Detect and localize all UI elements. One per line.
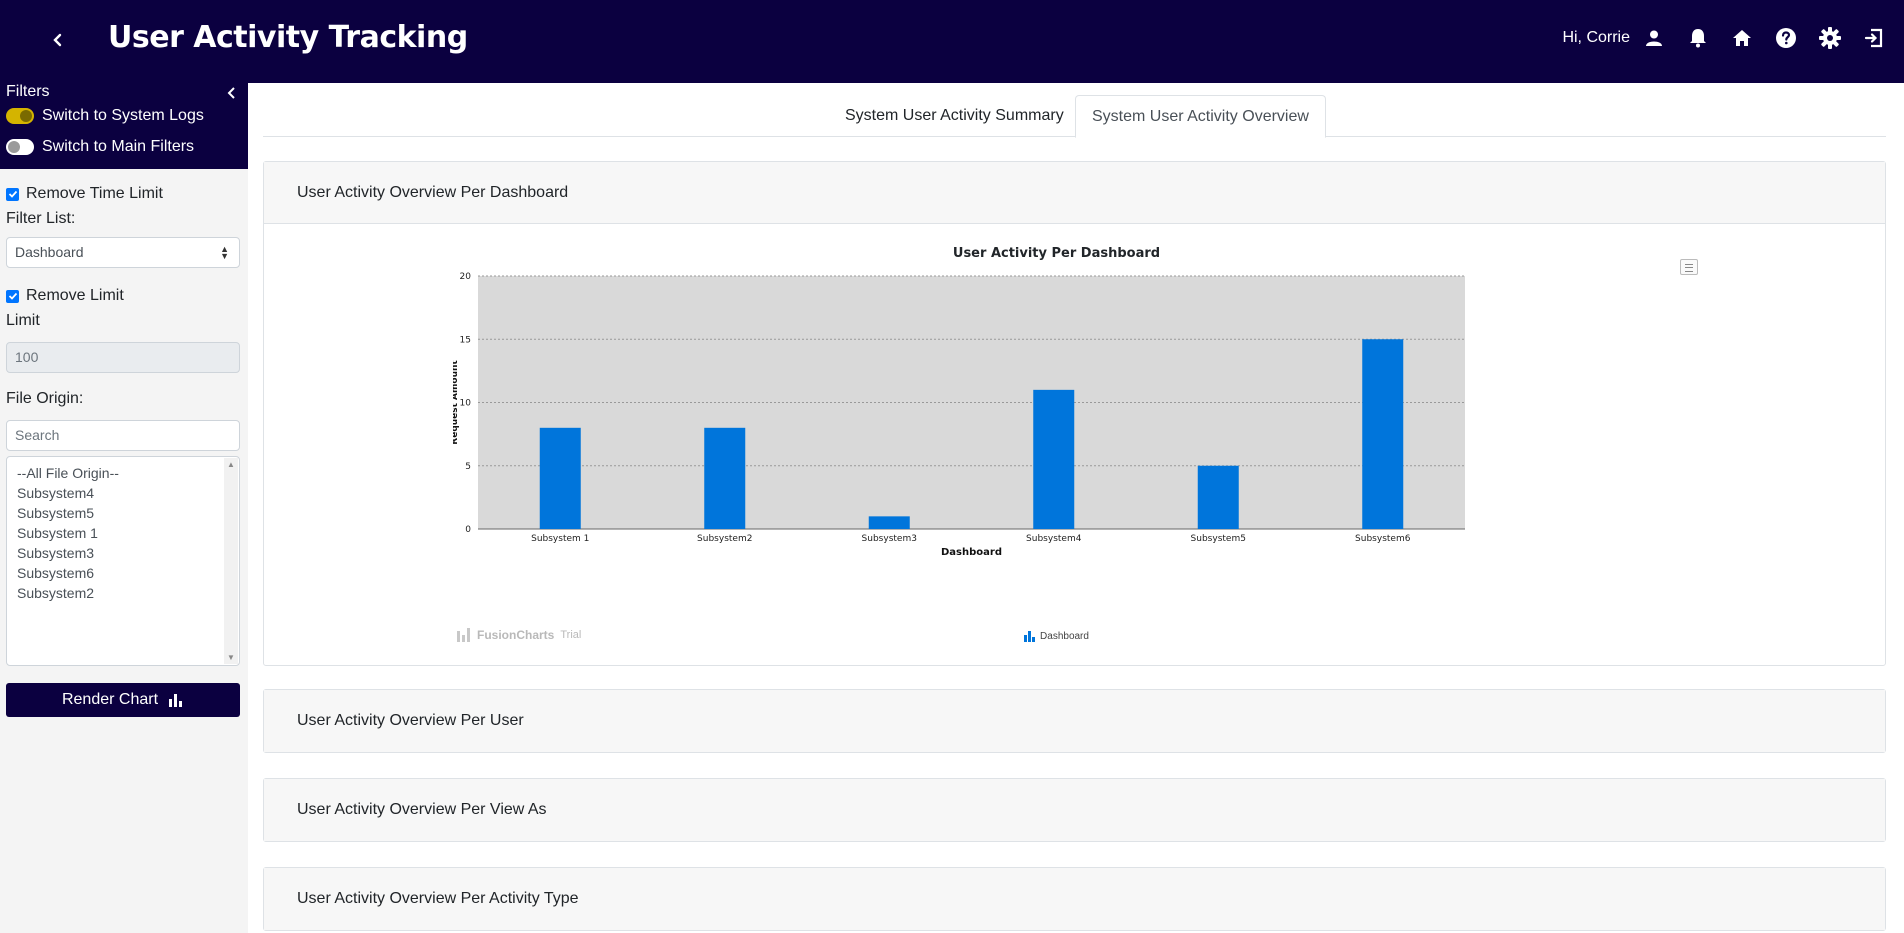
- chevron-left-icon: [227, 87, 235, 99]
- card-per-view-as: User Activity Overview Per View As: [263, 778, 1886, 842]
- help-icon[interactable]: [1774, 26, 1798, 50]
- switch-system-logs[interactable]: Switch to System Logs: [6, 107, 204, 125]
- legend-label: Dashboard: [1040, 631, 1089, 642]
- user-icon[interactable]: [1642, 26, 1666, 50]
- card-header-per-dashboard[interactable]: User Activity Overview Per Dashboard: [264, 162, 1885, 224]
- chevron-left-icon: [53, 33, 62, 47]
- switch-main-filters[interactable]: Switch to Main Filters: [6, 138, 194, 156]
- logout-icon[interactable]: [1862, 26, 1886, 50]
- y-axis-title: Request Amount: [453, 360, 460, 445]
- limit-input: 100: [6, 342, 240, 373]
- bar-chart-icon: [169, 694, 183, 707]
- x-tick-label: Subsystem6: [1355, 534, 1411, 544]
- file-origin-option[interactable]: Subsystem5: [17, 503, 229, 523]
- card-per-activity-type: User Activity Overview Per Activity Type: [263, 867, 1886, 931]
- file-origin-option[interactable]: --All File Origin--: [17, 463, 229, 483]
- sidebar-switch-panel: Filters Switch to System Logs Switch to …: [0, 83, 248, 169]
- remove-limit-checkbox[interactable]: [6, 289, 19, 303]
- filters-sidebar: Filters Switch to System Logs Switch to …: [0, 83, 248, 933]
- user-greeting: Hi, Corrie: [1562, 29, 1630, 46]
- y-tick-label: 0: [465, 525, 471, 535]
- render-chart-button[interactable]: Render Chart: [6, 683, 240, 717]
- tab-activity-overview[interactable]: System User Activity Overview: [1075, 95, 1326, 138]
- card-header-per-user[interactable]: User Activity Overview Per User: [264, 690, 1885, 752]
- y-tick-label: 10: [460, 399, 472, 409]
- select-arrows-icon: ▲ ▼: [220, 244, 229, 261]
- y-tick-label: 5: [465, 462, 471, 472]
- filters-title: Filters: [6, 83, 50, 100]
- x-axis-title: Dashboard: [941, 547, 1002, 558]
- remove-time-limit-row: Remove Time Limit: [6, 183, 240, 205]
- x-tick-label: Subsystem4: [1026, 534, 1082, 544]
- bell-icon[interactable]: [1686, 26, 1710, 50]
- remove-limit-label: Remove Limit: [26, 287, 124, 304]
- filter-list-value: Dashboard: [15, 244, 84, 260]
- bar: [704, 427, 746, 529]
- home-icon[interactable]: [1730, 26, 1754, 50]
- file-origin-search-input[interactable]: Search: [6, 420, 240, 451]
- bar: [1362, 339, 1404, 529]
- remove-time-limit-label: Remove Time Limit: [26, 185, 163, 202]
- file-origin-option[interactable]: Subsystem3: [17, 543, 229, 563]
- y-tick-label: 20: [460, 272, 472, 282]
- limit-label: Limit: [6, 312, 40, 329]
- file-origin-label: File Origin:: [6, 390, 84, 407]
- file-origin-option[interactable]: Subsystem2: [17, 583, 229, 603]
- x-tick-label: Subsystem2: [697, 534, 752, 544]
- back-button[interactable]: [46, 28, 70, 52]
- switch-main-filters-label: Switch to Main Filters: [42, 138, 195, 155]
- filter-list-select[interactable]: Dashboard ▲ ▼: [6, 237, 240, 268]
- bar: [868, 516, 910, 529]
- x-tick-label: Subsystem 1: [531, 534, 589, 544]
- listbox-scrollbar[interactable]: ▲ ▼: [224, 458, 238, 664]
- main-content: System User Activity Summary System User…: [263, 83, 1886, 931]
- bar: [1197, 465, 1239, 529]
- file-origin-option[interactable]: Subsystem6: [17, 563, 229, 583]
- switch-system-logs-label: Switch to System Logs: [42, 107, 204, 124]
- remove-time-limit-checkbox[interactable]: [6, 187, 19, 201]
- card-header-per-activity-type[interactable]: User Activity Overview Per Activity Type: [264, 868, 1885, 930]
- x-tick-label: Subsystem5: [1191, 534, 1246, 544]
- card-header-per-view-as[interactable]: User Activity Overview Per View As: [264, 779, 1885, 841]
- app-header: User Activity Tracking Hi, Corrie: [0, 0, 1904, 83]
- system-logs-toggle[interactable]: [6, 108, 34, 124]
- collapse-sidebar-button[interactable]: [224, 85, 240, 101]
- filter-list-label: Filter List:: [6, 210, 76, 227]
- file-origin-listbox[interactable]: --All File Origin-- Subsystem4 Subsystem5 S…: [6, 456, 240, 666]
- card-per-user: User Activity Overview Per User: [263, 689, 1886, 753]
- bar-chart: User Activity Per Dashboard 0 5 10 15 20 Subs…: [453, 234, 1703, 654]
- app-title: User Activity Tracking: [108, 20, 468, 55]
- bar: [539, 427, 581, 529]
- tab-bar: System User Activity Summary System User…: [263, 83, 1886, 138]
- y-tick-label: 15: [460, 335, 471, 345]
- chart-legend[interactable]: Dashboard: [453, 631, 1660, 642]
- x-tick-label: Subsystem3: [862, 534, 917, 544]
- card-per-dashboard: User Activity Overview Per Dashboard Use…: [263, 161, 1886, 666]
- tab-activity-summary[interactable]: System User Activity Summary: [829, 95, 1080, 137]
- render-chart-label: Render Chart: [61, 691, 159, 708]
- bar: [1033, 389, 1075, 529]
- chart-plot: 0 5 10 15 20 Subsystem 1 Subsystem2 Subsystem3 S…: [453, 272, 1465, 558]
- file-origin-option[interactable]: Subsystem4: [17, 483, 229, 503]
- legend-bar-icon: [1024, 631, 1036, 642]
- file-origin-option[interactable]: Subsystem 1: [17, 523, 229, 543]
- main-filters-toggle[interactable]: [6, 139, 34, 155]
- remove-limit-row: Remove Limit: [6, 285, 240, 307]
- gear-icon[interactable]: [1818, 26, 1842, 50]
